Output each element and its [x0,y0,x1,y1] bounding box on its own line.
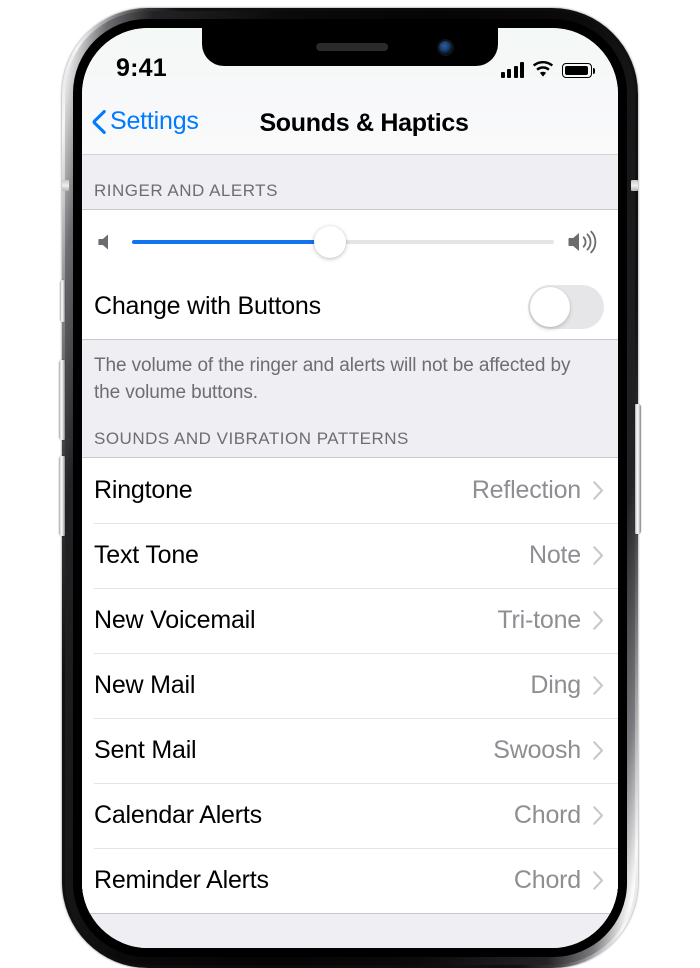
chevron-right-icon [593,611,604,630]
row-value: Chord [513,865,581,894]
navigation-bar: Settings Sounds & Haptics [82,96,618,155]
screenshot-stage: 9:41 Settings Sounds & Haptics RINGER AN… [0,0,700,968]
cellular-signal-icon [500,62,524,78]
battery-fill [564,65,588,76]
ringer-volume-row [82,210,618,274]
side-power-button[interactable] [635,404,641,534]
slider-fill [132,240,331,244]
change-with-buttons-label: Change with Buttons [94,292,321,320]
chevron-right-icon [593,676,604,695]
front-camera-icon [439,41,452,54]
volume-up-button[interactable] [59,360,65,440]
table-row[interactable]: New Mail Ding [82,652,618,718]
row-value: Chord [513,800,581,829]
slider-thumb[interactable] [314,226,347,258]
settings-scroll-content[interactable]: RINGER AND ALERTS Change with Buttons Th… [82,155,618,948]
device-screen: 9:41 Settings Sounds & Haptics RINGER AN… [82,28,618,948]
row-value: Swoosh [493,735,581,764]
volume-down-button[interactable] [59,456,65,536]
antenna-band-right [631,180,638,191]
change-with-buttons-toggle[interactable] [528,284,604,329]
toggle-knob [530,286,570,327]
ringer-footer-note: The volume of the ringer and alerts will… [94,355,571,403]
table-row[interactable]: Calendar Alerts Chord [82,782,618,848]
row-label: Sent Mail [94,735,197,764]
antenna-band-left [62,180,69,191]
row-accessory: Ding [530,671,604,700]
row-value: Ding [530,670,581,699]
row-value: Reflection [471,475,581,504]
ring-silent-switch[interactable] [60,280,65,322]
chevron-right-icon [593,546,604,565]
wifi-icon [532,61,554,77]
battery-icon [562,63,596,78]
change-with-buttons-row[interactable]: Change with Buttons [82,274,618,339]
row-accessory [528,284,604,329]
row-accessory: Chord [514,866,604,895]
row-label: New Voicemail [94,605,256,634]
row-value: Tri-tone [497,605,581,634]
table-row[interactable]: New Voicemail Tri-tone [82,587,618,653]
chevron-right-icon [593,871,604,890]
table-row[interactable]: Ringtone Reflection [82,457,618,523]
row-label: New Mail [94,670,196,699]
row-label: Calendar Alerts [94,800,262,829]
status-time: 9:41 [116,54,167,82]
ringer-volume-slider[interactable] [132,226,554,258]
section-header-sounds: SOUNDS AND VIBRATION PATTERNS [94,428,409,448]
status-indicators [500,58,596,78]
page-title: Sounds & Haptics [259,109,469,137]
speaker-low-icon [98,234,108,250]
row-accessory: Swoosh [493,736,604,765]
table-row[interactable]: Text Tone Note [82,522,618,588]
section-header-ringer: RINGER AND ALERTS [94,181,278,200]
iphone-device-frame: 9:41 Settings Sounds & Haptics RINGER AN… [59,8,641,968]
chevron-right-icon [593,741,604,760]
ringer-group: Change with Buttons [82,209,618,340]
table-row[interactable]: Reminder Alerts Chord [82,847,618,913]
chevron-right-icon [593,481,604,500]
row-accessory: Reflection [472,476,604,505]
row-value: Note [528,540,581,569]
chevron-right-icon [593,806,604,825]
row-label: Reminder Alerts [94,865,269,894]
row-accessory: Chord [514,801,604,830]
row-label: Ringtone [94,475,193,504]
display-notch [202,28,498,66]
earpiece-speaker [316,43,389,51]
sounds-group: Ringtone Reflection Text Tone Note New V… [82,456,618,914]
row-accessory: Tri-tone [497,606,604,635]
table-row[interactable]: Sent Mail Swoosh [82,717,618,783]
speaker-high-icon [568,230,597,254]
row-accessory: Note [529,541,604,570]
row-label: Text Tone [94,540,199,569]
